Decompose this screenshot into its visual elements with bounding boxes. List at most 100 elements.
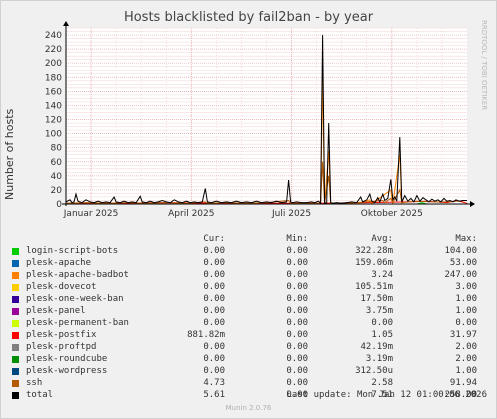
legend-row: ssh 4.73 0.00 2.58 91.94 xyxy=(12,378,487,390)
legend-cur: 0.00 xyxy=(203,306,225,316)
legend-swatch xyxy=(12,248,19,255)
legend-name: plesk-proftpd xyxy=(26,342,97,352)
y-tick-label: 120 xyxy=(45,116,62,126)
y-tick-labels: 0 20 40 60 80 100 120 140 160 180 200 220 240 xyxy=(45,31,62,210)
legend-header-min: Min: xyxy=(286,234,308,244)
legend-cur: 0.00 xyxy=(203,282,225,292)
legend-swatch xyxy=(12,260,19,267)
legend-name: plesk-postfix xyxy=(26,330,97,340)
legend-row: plesk-proftpd 0.00 0.00 42.19m 2.00 xyxy=(12,342,487,354)
legend-max: 3.00 xyxy=(455,282,477,292)
legend-cur: 0.00 xyxy=(203,246,225,256)
last-update: Last update: Mon Jan 12 01:00:06 2026 xyxy=(286,390,487,400)
legend-min: 0.00 xyxy=(286,282,308,292)
x-tick-label: Januar 2025 xyxy=(63,209,119,219)
legend-avg: 2.58 xyxy=(371,378,393,388)
legend-min: 0.00 xyxy=(286,378,308,388)
legend-header-cur: Cur: xyxy=(203,234,225,244)
legend-name: plesk-one-week-ban xyxy=(26,294,124,304)
legend-row: plesk-apache 0.00 0.00 159.06m 53.00 xyxy=(12,258,487,270)
legend-cur: 881.82m xyxy=(187,330,225,340)
legend: Cur: Min: Avg: Max: login-script-bots 0.0… xyxy=(12,234,487,402)
legend-min: 0.00 xyxy=(286,270,308,280)
y-tick-label: 60 xyxy=(51,158,63,168)
legend-swatch xyxy=(12,392,19,399)
x-axis-arrow xyxy=(470,201,475,207)
legend-min: 0.00 xyxy=(286,330,308,340)
legend-swatch xyxy=(12,380,19,387)
legend-swatch xyxy=(12,308,19,315)
legend-cur: 0.00 xyxy=(203,270,225,280)
legend-name: plesk-roundcube xyxy=(26,354,108,364)
legend-swatch xyxy=(12,320,19,327)
x-tick-label: Juli 2025 xyxy=(271,209,311,219)
y-tick-label: 20 xyxy=(51,186,63,196)
legend-cur: 0.00 xyxy=(203,294,225,304)
legend-row: plesk-postfix 881.82m 0.00 1.05 31.97 xyxy=(12,330,487,342)
legend-min: 0.00 xyxy=(286,342,308,352)
legend-name: plesk-permanent-ban xyxy=(26,318,129,328)
legend-max: 0.00 xyxy=(455,318,477,328)
x-tick-label: Oktober 2025 xyxy=(361,209,423,219)
legend-name: ssh xyxy=(26,378,43,388)
legend-swatch xyxy=(12,296,19,303)
legend-min: 0.00 xyxy=(286,294,308,304)
legend-cur: 4.73 xyxy=(203,378,225,388)
x-tick-labels: Januar 2025 April 2025 Juli 2025 Oktober 20… xyxy=(63,209,423,219)
legend-cur: 0.00 xyxy=(203,354,225,364)
legend-row: plesk-wordpress 0.00 0.00 312.50u 1.00 xyxy=(12,366,487,378)
legend-max: 247.00 xyxy=(444,270,477,280)
legend-swatch xyxy=(12,368,19,375)
legend-header-avg: Avg: xyxy=(371,234,393,244)
legend-swatch xyxy=(12,356,19,363)
legend-avg: 1.05 xyxy=(371,330,393,340)
legend-max: 1.00 xyxy=(455,306,477,316)
legend-avg: 17.50m xyxy=(360,294,393,304)
legend-avg: 322.28m xyxy=(355,246,393,256)
legend-cur: 0.00 xyxy=(203,318,225,328)
legend-max: 1.00 xyxy=(455,366,477,376)
legend-name: total xyxy=(26,390,54,400)
legend-min: 0.00 xyxy=(286,246,308,256)
legend-max: 2.00 xyxy=(455,342,477,352)
legend-avg: 3.24 xyxy=(371,270,393,280)
legend-swatch xyxy=(12,344,19,351)
legend-cur: 0.00 xyxy=(203,342,225,352)
legend-name: plesk-wordpress xyxy=(26,366,108,376)
legend-swatch xyxy=(12,272,19,279)
legend-swatch xyxy=(12,332,19,339)
legend-cur: 5.61 xyxy=(203,390,225,400)
y-tick-label: 140 xyxy=(45,101,62,111)
legend-row: login-script-bots 0.00 0.00 322.28m 104.00 xyxy=(12,246,487,258)
legend-row: plesk-roundcube 0.00 0.00 3.19m 2.00 xyxy=(12,354,487,366)
legend-min: 0.00 xyxy=(286,366,308,376)
legend-max: 31.97 xyxy=(449,330,477,340)
y-tick-label: 220 xyxy=(45,45,62,55)
legend-name: plesk-panel xyxy=(26,306,86,316)
y-tick-label: 100 xyxy=(45,130,62,140)
legend-row: plesk-panel 0.00 0.00 3.75m 1.00 xyxy=(12,306,487,318)
legend-min: 0.00 xyxy=(286,318,308,328)
legend-header-max: Max: xyxy=(455,234,477,244)
legend-min: 0.00 xyxy=(286,258,308,268)
chart-svg: 0 20 40 60 80 100 120 140 160 180 200 220 240 Januar… xyxy=(45,21,475,219)
legend-max: 104.00 xyxy=(444,246,477,256)
legend-name: plesk-apache-badbot xyxy=(26,270,129,280)
x-tick-label: April 2025 xyxy=(168,209,214,219)
y-tick-label: 80 xyxy=(51,144,63,154)
legend-avg: 42.19m xyxy=(360,342,393,352)
legend-max: 53.00 xyxy=(449,258,477,268)
legend-name: plesk-apache xyxy=(26,258,92,268)
y-tick-label: 160 xyxy=(45,87,62,97)
y-tick-label: 0 xyxy=(56,200,62,210)
legend-min: 0.00 xyxy=(286,306,308,316)
y-tick-label: 240 xyxy=(45,31,62,41)
y-tick-label: 180 xyxy=(45,73,62,83)
legend-name: login-script-bots xyxy=(26,246,119,256)
legend-min: 0.00 xyxy=(286,354,308,364)
legend-avg: 159.06m xyxy=(355,258,393,268)
legend-avg: 3.75m xyxy=(365,306,393,316)
legend-max: 2.00 xyxy=(455,354,477,364)
legend-max: 1.00 xyxy=(455,294,477,304)
legend-header: Cur: Min: Avg: Max: xyxy=(12,234,487,246)
